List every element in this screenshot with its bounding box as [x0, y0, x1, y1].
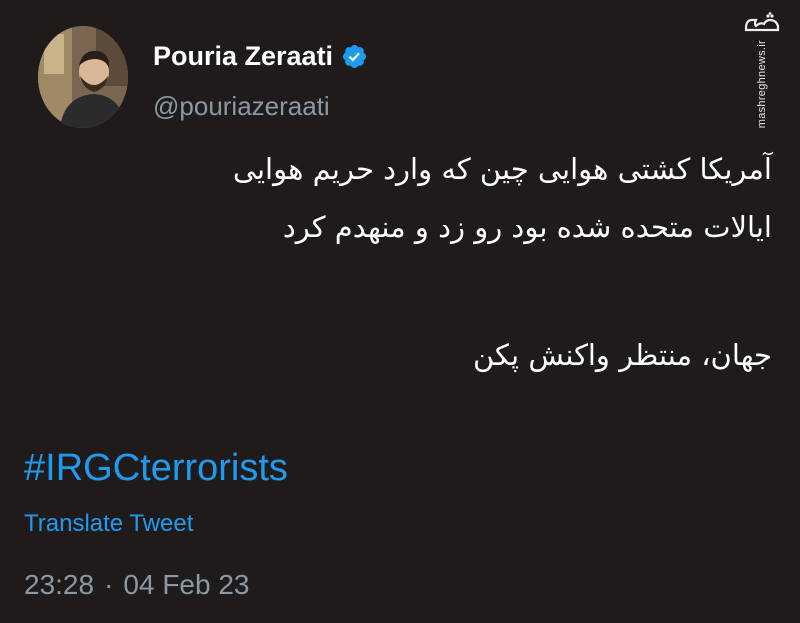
tweet-line: آمریکا کشتی هوایی چین که وارد حریم هوایی	[232, 152, 772, 186]
author-name-row[interactable]: Pouria Zeraati	[153, 38, 368, 74]
tweet-date[interactable]: 04 Feb 23	[123, 566, 249, 604]
watermark-site: mashreghnews.ir	[756, 40, 768, 129]
profile-photo-icon	[38, 26, 128, 128]
watermark: mashreghnews.ir	[738, 12, 786, 132]
mashregh-logo-icon	[742, 12, 782, 36]
avatar[interactable]	[38, 26, 128, 128]
tweet-text: آمریکا کشتی هوایی چین که وارد حریم هوایی…	[32, 140, 772, 384]
tweet-paragraph-gap	[32, 256, 772, 326]
tweet-timestamp[interactable]: 23:28 · 04 Feb 23	[24, 566, 250, 604]
tweet-line: جهان، منتظر واکنش پکن	[472, 338, 772, 372]
verified-badge-icon	[341, 43, 368, 70]
timestamp-separator: ·	[104, 569, 114, 600]
tweet-time[interactable]: 23:28	[24, 566, 94, 604]
tweet-line: ایالات متحده شده بود رو زد و منهدم کرد	[282, 210, 772, 244]
translate-tweet-link[interactable]: Translate Tweet	[24, 508, 193, 540]
author-handle[interactable]: @pouriazeraati	[153, 89, 330, 123]
hashtag-link[interactable]: #IRGCterrorists	[24, 442, 288, 494]
author-display-name[interactable]: Pouria Zeraati	[153, 38, 333, 74]
